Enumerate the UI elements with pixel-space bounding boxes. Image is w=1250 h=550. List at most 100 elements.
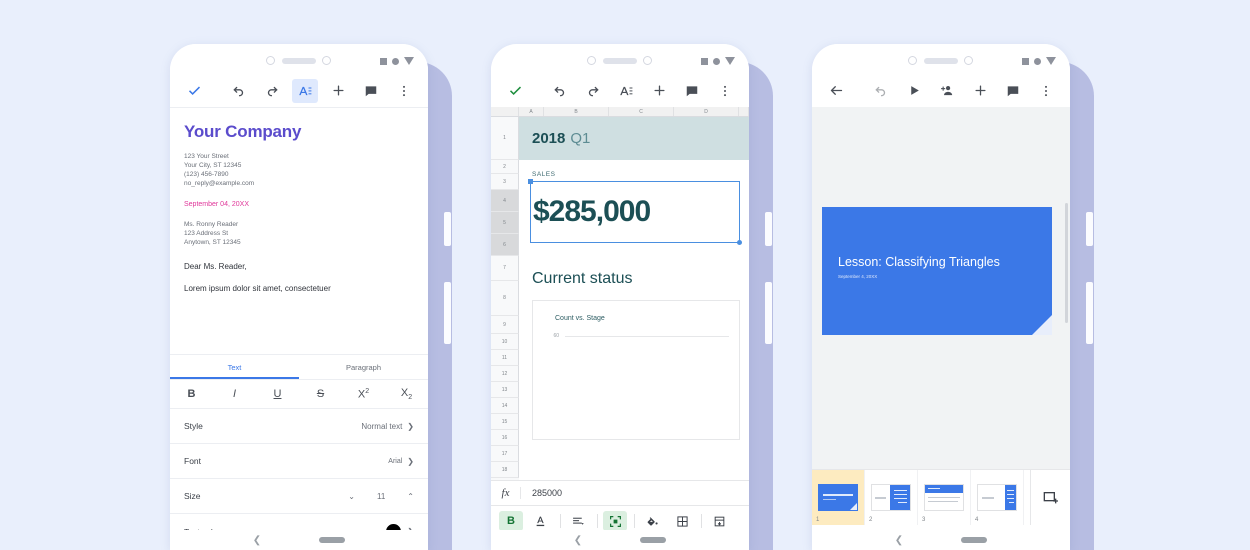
phone-side-button-power[interactable] xyxy=(1086,282,1093,344)
add-icon[interactable] xyxy=(325,79,351,103)
sheet-canvas[interactable]: 2018 Q1 SALES $285,000 Current status Co… xyxy=(519,117,749,480)
strikethrough-button[interactable]: S xyxy=(299,388,342,400)
row-header[interactable]: 16 xyxy=(491,430,519,446)
chevron-up-icon[interactable]: ⌃ xyxy=(407,492,414,501)
row-header[interactable]: 18 xyxy=(491,462,519,478)
check-icon[interactable] xyxy=(502,79,528,103)
banner-cell[interactable]: 2018 Q1 xyxy=(519,117,749,160)
filmstrip-slide-1[interactable]: 1 xyxy=(812,470,865,525)
fill-color-icon[interactable] xyxy=(640,511,664,531)
more-vert-icon[interactable] xyxy=(712,79,738,103)
column-header-c[interactable]: C xyxy=(609,107,674,116)
redo-icon[interactable] xyxy=(580,79,606,103)
phone-side-button-volume[interactable] xyxy=(765,212,772,246)
nav-home-pill[interactable] xyxy=(640,537,667,543)
filmstrip-slide-3[interactable]: 3 xyxy=(918,470,971,525)
row-header[interactable]: 17 xyxy=(491,446,519,462)
text-format-icon[interactable] xyxy=(613,79,639,103)
row-header[interactable]: 9 xyxy=(491,316,519,334)
row-header[interactable]: 4 xyxy=(491,190,519,212)
embedded-chart[interactable]: Count vs. Stage 60 xyxy=(532,300,740,440)
column-header-d[interactable]: D xyxy=(674,107,739,116)
bold-button[interactable]: B xyxy=(499,511,523,531)
signal-icon xyxy=(725,57,735,65)
fx-icon[interactable]: fx xyxy=(491,487,521,499)
phone-side-button-power[interactable] xyxy=(765,282,772,344)
formula-bar[interactable]: fx 285000 xyxy=(491,480,749,506)
row-font[interactable]: Font Arial ❯ xyxy=(170,444,428,479)
row-header[interactable]: 14 xyxy=(491,398,519,414)
subscript-button[interactable]: X2 xyxy=(385,387,428,401)
corner-cell[interactable] xyxy=(491,107,519,116)
row-header[interactable]: 11 xyxy=(491,350,519,366)
row-header[interactable]: 5 xyxy=(491,212,519,234)
formula-value[interactable]: 285000 xyxy=(521,488,562,498)
vertical-scrollbar[interactable] xyxy=(1065,203,1068,323)
chevron-down-icon[interactable]: ⌄ xyxy=(348,492,355,501)
row-header[interactable]: 2 xyxy=(491,160,519,174)
row-header[interactable]: 15 xyxy=(491,414,519,430)
document-canvas[interactable]: Your Company 123 Your Street Your City, … xyxy=(170,108,428,293)
filmstrip-slide-4[interactable]: 4 xyxy=(971,470,1024,525)
slide-subtitle[interactable]: September 4, 20XX xyxy=(838,274,877,279)
comment-icon[interactable] xyxy=(1000,79,1026,103)
current-slide[interactable]: Lesson: Classifying Triangles September … xyxy=(822,207,1052,335)
row-header[interactable]: 3 xyxy=(491,174,519,190)
slide-title[interactable]: Lesson: Classifying Triangles xyxy=(838,255,1000,269)
size-stepper[interactable]: ⌄ 11 ⌃ xyxy=(348,492,414,501)
redo-icon[interactable] xyxy=(259,79,285,103)
undo-icon[interactable] xyxy=(226,79,252,103)
more-vert-icon[interactable] xyxy=(391,79,417,103)
nav-back-icon[interactable]: ❮ xyxy=(253,535,261,546)
add-person-icon[interactable] xyxy=(934,79,960,103)
add-icon[interactable] xyxy=(646,79,672,103)
add-slide-icon[interactable] xyxy=(1030,470,1070,525)
row-header[interactable]: 10 xyxy=(491,334,519,350)
text-format-icon[interactable] xyxy=(292,78,318,103)
slide-editor-stage[interactable]: Lesson: Classifying Triangles September … xyxy=(812,107,1070,469)
phone-side-button-volume[interactable] xyxy=(444,212,451,246)
undo-icon[interactable] xyxy=(547,79,573,103)
nav-back-icon[interactable]: ❮ xyxy=(895,535,903,546)
column-header-e[interactable] xyxy=(739,107,749,116)
undo-icon[interactable] xyxy=(868,79,894,103)
superscript-button[interactable]: X2 xyxy=(342,388,385,401)
add-icon[interactable] xyxy=(967,79,993,103)
borders-icon[interactable] xyxy=(670,511,694,531)
row-header[interactable]: 6 xyxy=(491,234,519,256)
filmstrip-slide-2[interactable]: 2 xyxy=(865,470,918,525)
selection-handle-bottom-right[interactable] xyxy=(737,240,742,245)
selection-handle-top-left[interactable] xyxy=(528,179,533,184)
row-header[interactable]: 13 xyxy=(491,382,519,398)
present-icon[interactable] xyxy=(901,79,927,103)
check-icon[interactable] xyxy=(181,79,207,103)
underline-button[interactable]: U xyxy=(256,388,299,400)
tab-text[interactable]: Text xyxy=(170,355,299,379)
nav-back-icon[interactable]: ❮ xyxy=(574,535,582,546)
row-header[interactable]: 8 xyxy=(491,281,519,316)
merge-cells-icon[interactable] xyxy=(603,511,627,531)
row-header[interactable]: 7 xyxy=(491,256,519,281)
column-header-b[interactable]: B xyxy=(544,107,609,116)
align-left-icon[interactable] xyxy=(566,511,590,531)
bold-button[interactable]: B xyxy=(170,388,213,400)
row-header[interactable]: 12 xyxy=(491,366,519,382)
nav-home-pill[interactable] xyxy=(319,537,346,543)
comment-icon[interactable] xyxy=(679,79,705,103)
comment-icon[interactable] xyxy=(358,79,384,103)
row-style[interactable]: Style Normal text ❯ xyxy=(170,409,428,444)
phone-side-button-volume[interactable] xyxy=(1086,212,1093,246)
column-header-a[interactable]: A xyxy=(519,107,544,116)
more-vert-icon[interactable] xyxy=(1033,79,1059,103)
row-header[interactable]: 1 xyxy=(491,117,519,160)
tab-paragraph[interactable]: Paragraph xyxy=(299,355,428,379)
text-color-icon[interactable] xyxy=(529,511,553,531)
row-size[interactable]: Size ⌄ 11 ⌃ xyxy=(170,479,428,514)
selected-cell[interactable]: $285,000 xyxy=(528,179,742,245)
freeze-icon[interactable] xyxy=(707,511,731,531)
nav-home-pill[interactable] xyxy=(961,537,988,543)
slide-thumbnail xyxy=(818,484,858,511)
phone-side-button-power[interactable] xyxy=(444,282,451,344)
back-arrow-icon[interactable] xyxy=(823,79,849,103)
italic-button[interactable]: I xyxy=(213,388,256,400)
